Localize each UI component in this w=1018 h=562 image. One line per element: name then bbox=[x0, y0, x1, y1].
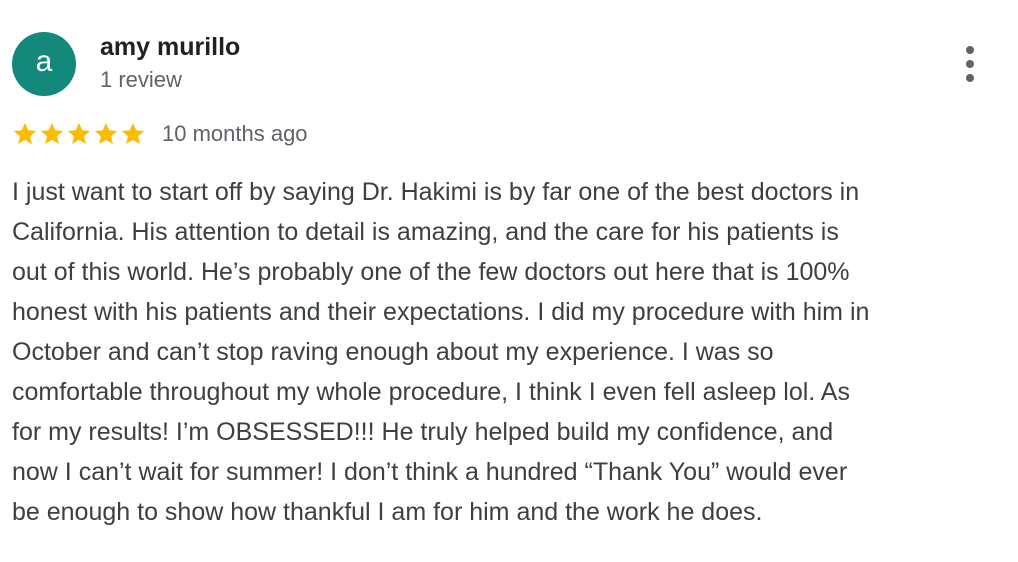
review-text-line: honest with his patients and their expec… bbox=[12, 298, 870, 326]
rating-row: 10 months ago bbox=[12, 118, 308, 150]
review-text-line: October and can’t stop raving enough abo… bbox=[12, 338, 774, 366]
review-date: 10 months ago bbox=[162, 121, 308, 146]
review-text-line: now I can’t wait for summer! I don’t thi… bbox=[12, 458, 848, 486]
review-text-line: comfortable throughout my whole procedur… bbox=[12, 378, 850, 406]
star-icon bbox=[93, 121, 119, 147]
star-icon bbox=[39, 121, 65, 147]
reviewer-name[interactable]: amy murillo bbox=[100, 33, 240, 62]
review-text: I just want to start off by saying Dr. H… bbox=[12, 172, 1002, 532]
review-text-line: California. His attention to detail is a… bbox=[12, 218, 839, 246]
review-text-line: I just want to start off by saying Dr. H… bbox=[12, 178, 860, 206]
star-icon bbox=[12, 121, 38, 147]
more-options-button[interactable] bbox=[950, 40, 990, 88]
star-icon bbox=[66, 121, 92, 147]
more-vert-icon-dot bbox=[966, 60, 974, 68]
avatar[interactable]: a bbox=[12, 32, 76, 96]
review-text-line: be enough to show how thankful I am for … bbox=[12, 498, 763, 526]
star-rating bbox=[12, 121, 146, 147]
review-count[interactable]: 1 review bbox=[100, 67, 182, 93]
more-vert-icon-dot bbox=[966, 74, 974, 82]
review-text-line: out of this world. He’s probably one of … bbox=[12, 258, 850, 286]
star-icon bbox=[120, 121, 146, 147]
more-vert-icon bbox=[966, 46, 974, 54]
review-card: a amy murillo 1 review 10 months ago I j… bbox=[0, 0, 1018, 562]
review-text-line: for my results! I’m OBSESSED!!! He truly… bbox=[12, 418, 834, 446]
